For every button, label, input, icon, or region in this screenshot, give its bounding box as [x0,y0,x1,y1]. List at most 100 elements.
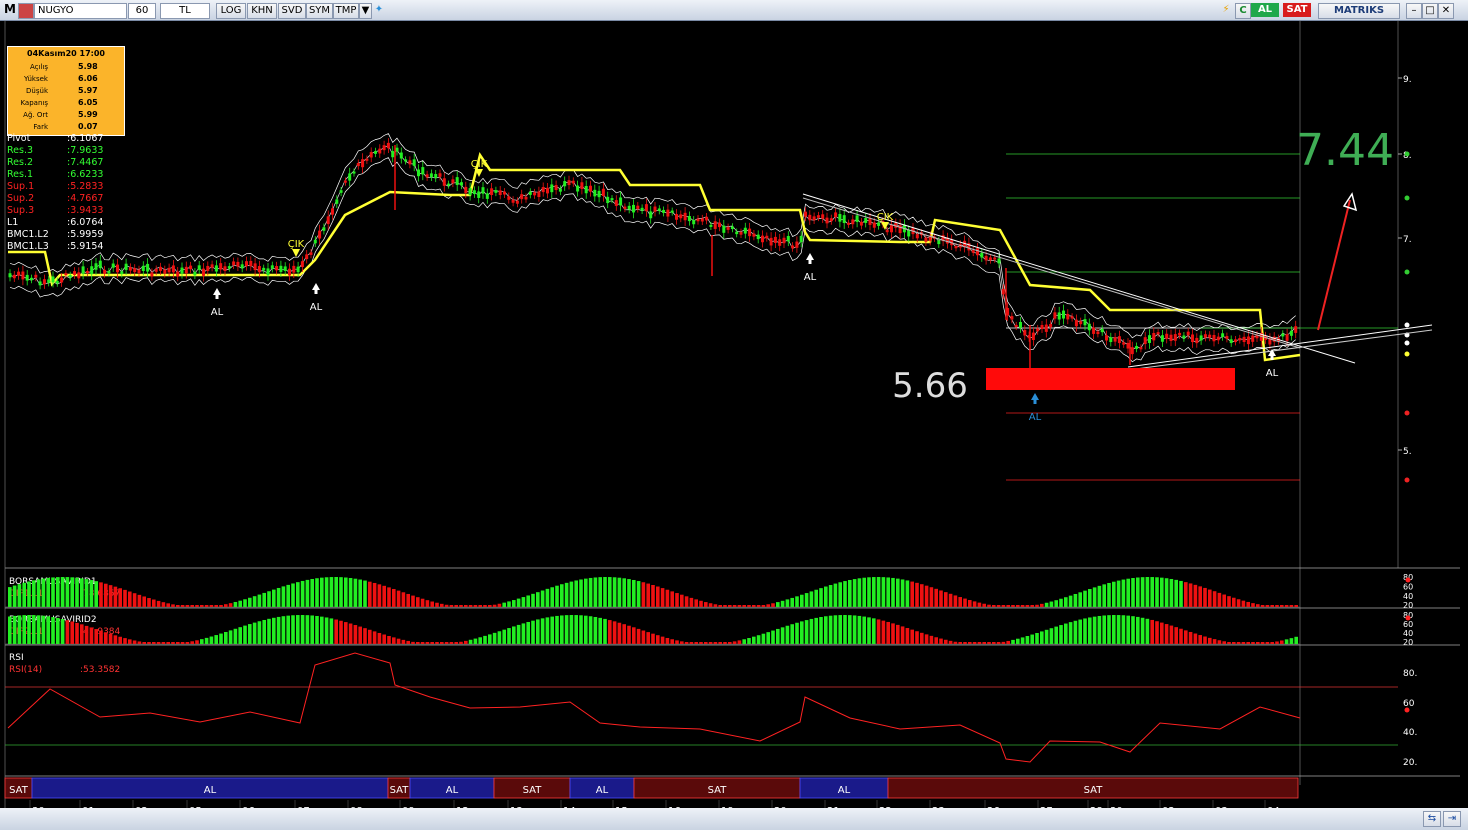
indicator-bar [838,582,842,607]
indicator-bar [243,599,247,607]
symbol-input[interactable]: NUGYO [34,3,127,19]
candle-body [1126,342,1130,349]
indicator-bar [1198,586,1202,607]
candle-body [662,209,666,213]
level-name: Res.1 [7,169,34,180]
candle-body [8,273,12,278]
indicator-bar [1289,638,1294,644]
lightning-icon[interactable]: ⚡ [1219,3,1233,17]
candle-body [38,281,42,286]
candle-body [567,180,571,186]
indicator-bar [1126,578,1130,607]
indicator-bar [51,617,55,644]
sym-button[interactable]: SYM [306,3,333,19]
chart-area[interactable]: 9.8.7.5.7.445.66ÇIKALALÇIKALÇIKALALBORSA… [0,20,1468,830]
indicator-bar [411,641,415,644]
indicator-bar [65,620,70,644]
candle-body [1229,339,1233,344]
candle-body [1001,288,1005,295]
candle-body [288,268,291,276]
buy-button[interactable]: AL [1251,3,1279,17]
status-bar: ⇆ ⇥ [0,808,1468,830]
log-button[interactable]: LOG [216,3,246,19]
candle-body [1092,327,1096,334]
indicator-bar [992,642,996,644]
candle-body [1160,335,1164,342]
tmp-button[interactable]: TMP [333,3,359,19]
indicator-bar [598,617,602,644]
indicator-bar [104,632,108,644]
indicator-bar [987,604,991,607]
bollinger-mid [9,145,1296,351]
minimize-icon[interactable]: – [1406,3,1422,19]
close-icon[interactable]: ✕ [1438,3,1454,19]
indicator-tick: 20 [1403,601,1413,610]
indicator-bar [348,578,353,607]
level-dot [1404,269,1410,275]
indicator-bar [41,578,46,607]
indicator-bar [1284,605,1289,607]
indicator-bar [123,638,127,644]
settings-icon[interactable]: ⇆ [1423,811,1441,827]
candle-body [1212,335,1216,342]
indicator-bar [195,640,199,644]
candle-body [296,266,300,273]
candle-body [365,158,369,161]
candle-body [632,204,635,213]
indicator-bar [89,627,94,644]
indicator-bar [540,618,545,644]
maximize-icon[interactable]: □ [1422,3,1438,19]
khn-button[interactable]: KHN [247,3,277,19]
indicator-bar [1020,605,1025,607]
indicator-bar [550,616,554,644]
indicator-bar [344,577,348,607]
indicator-bar [281,586,286,607]
indicator-bar [656,586,660,607]
twitter-icon[interactable]: ✦ [373,3,385,17]
indicator-bar [699,600,703,607]
indicator-bar [987,642,991,644]
scroll-button[interactable]: ⇥ [1443,811,1461,827]
indicator-bar [1260,605,1265,607]
svd-button[interactable]: SVD [278,3,306,19]
indicator-bar [588,616,593,644]
indicator-bar [459,641,463,644]
candle-body [210,264,214,268]
candle-body [1057,312,1061,320]
indicator-bar [776,602,780,607]
info-label: Açılış [30,63,48,71]
indicator-bar [891,623,895,644]
indicator-bar [214,635,218,644]
level-value: :3.9433 [67,205,104,216]
candle-body [85,271,89,274]
indicator-bar [180,605,185,607]
indicator-bar [718,642,722,644]
indicator-bar [1169,578,1174,607]
candle-body [266,268,270,276]
indicator-bar [1064,597,1068,607]
currency-select[interactable]: TL [160,3,210,19]
candle-body [408,160,412,165]
candle-body [954,246,958,249]
refresh-icon[interactable]: C [1235,3,1251,19]
candle-body [709,224,713,227]
period-input[interactable]: 60 [128,3,156,19]
indicator-bar [1232,597,1236,607]
candle-body [391,151,395,158]
indicator-bar [766,632,770,644]
candle-body [1294,326,1298,333]
candle-body [571,180,575,184]
candle-body [159,266,162,271]
level-value: :6.0764 [67,217,104,228]
candle-body [1246,336,1250,345]
indicator-bar [531,593,535,607]
candle-body [21,271,25,280]
candle-body [752,233,756,237]
rsi-tick: 80. [1403,669,1417,679]
sell-button[interactable]: SAT [1283,3,1311,17]
level-value: :7.9633 [67,145,104,156]
dropdown-icon[interactable]: ▼ [359,3,372,19]
info-value: 5.99 [78,110,98,119]
indicator-bar [224,631,228,644]
indicator-bar [248,597,252,607]
